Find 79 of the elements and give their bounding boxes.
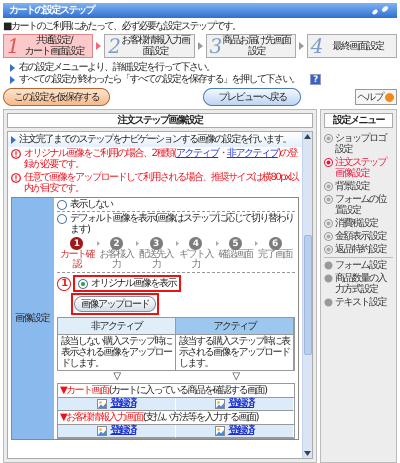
help-icon[interactable]: ? xyxy=(310,74,320,85)
arrow-icon xyxy=(176,241,179,246)
menu-item[interactable]: 背景設定 xyxy=(324,181,393,192)
bullet-icon xyxy=(10,76,15,84)
arrow-icon xyxy=(298,42,304,50)
save-draft-button[interactable]: この設定を仮保存する xyxy=(3,88,110,106)
step-label: カート確認 xyxy=(58,250,96,270)
bullet-icon xyxy=(10,64,15,72)
registered-link[interactable]: 登録済 xyxy=(228,398,254,410)
warning-text: オリジナル画像をご利用の場合、2種類(アクティブ・非アクティブ)の登録が必要です。 xyxy=(24,148,299,170)
arrow-icon xyxy=(136,241,140,246)
menu-item[interactable]: 金額表示設定 xyxy=(324,231,393,242)
scroll-up-icon[interactable] xyxy=(304,134,311,139)
warning-text: 任意で画像をアップロードして利用される場合、推奨サイズは横80px以内が目安です。 xyxy=(24,172,299,194)
menu-item[interactable]: 返品特約設定 xyxy=(324,244,393,255)
step-label: お客様入力 xyxy=(98,250,135,270)
help-icon xyxy=(385,92,394,102)
alert-icon xyxy=(11,149,21,159)
window-title: カートの設定ステップ xyxy=(9,5,94,16)
option-label: オリジナル画像を表示 xyxy=(91,278,176,289)
menu-item[interactable]: 消費税設定 xyxy=(324,218,393,229)
step-number-icon: 3 xyxy=(150,237,163,250)
bullet-icon xyxy=(11,136,16,144)
menu-item[interactable]: ショップロゴ設定 xyxy=(324,133,393,155)
menu-item[interactable]: テキスト設定 xyxy=(324,297,393,308)
step-label: 完了画面 xyxy=(258,250,292,260)
step-label: ギフト入力 xyxy=(178,250,214,270)
alert-icon xyxy=(11,173,21,183)
instruction-text: すべての設定が終わったら「すべての設定を保存する」を押して下さい。 xyxy=(19,74,300,85)
option-label: デフォルト画像を表示(画像はステップに応じて切り替わります) xyxy=(70,213,294,235)
arrow-icon xyxy=(96,241,100,246)
scroll-down-icon[interactable] xyxy=(304,451,311,456)
registered-link[interactable]: 登録済 xyxy=(228,425,254,437)
scrollbar[interactable] xyxy=(302,132,312,458)
step-number-icon: 4 xyxy=(189,237,202,250)
column-description: 該当する購入ステップ時に表示される画像をアップロードします。 xyxy=(176,335,294,371)
arrow-icon xyxy=(255,241,258,246)
bullet-icon xyxy=(324,298,333,307)
arrow-icon xyxy=(216,241,219,246)
radio-icon xyxy=(324,158,333,167)
bullet-icon xyxy=(324,261,333,270)
radio-button[interactable] xyxy=(57,214,67,224)
preview-button[interactable]: プレビューへ戻る xyxy=(203,88,302,106)
column-header: アクティブ xyxy=(176,318,294,335)
step-number-icon: 1 xyxy=(70,237,84,250)
step-number-icon: 2 xyxy=(110,237,123,250)
step-number-icon: 5 xyxy=(228,237,242,250)
down-arrow: ▽ xyxy=(232,371,239,382)
radio-button[interactable] xyxy=(57,200,67,210)
menu-title: 設定メニュー xyxy=(324,113,393,128)
radio-button[interactable] xyxy=(78,279,88,289)
panel-title: 注文ステップ画像設定 xyxy=(7,113,313,128)
instruction-text: 右の設定メニューより、詳細設定を行って下さい。 xyxy=(19,62,214,73)
bullet-icon xyxy=(324,274,333,283)
menu-item[interactable]: フォームの位置設定 xyxy=(324,194,393,216)
menu-item[interactable]: 注文ステップ画像設定 xyxy=(324,157,393,179)
note-link[interactable]: 非アクティブ xyxy=(226,148,278,159)
column-description: 該当しない購入ステップ時に表示される画像をアップロードします。 xyxy=(58,335,176,371)
registered-link[interactable]: 登録済 xyxy=(110,425,136,437)
panel-description: 注文完了までのステップをナビゲーションする画像の設定を行います。 xyxy=(19,134,291,145)
menu-item[interactable]: フォーム設定 xyxy=(324,260,393,271)
step-label: 確認画面 xyxy=(218,250,252,260)
arrow-icon xyxy=(96,42,102,50)
row-label-cell: 画像設定 xyxy=(12,198,54,439)
down-arrow: ▽ xyxy=(113,371,120,382)
registered-link[interactable]: 登録済 xyxy=(110,398,136,410)
step-number-icon: 6 xyxy=(268,237,282,250)
arrow-icon xyxy=(198,42,202,50)
intro-text: ■カートのご利用にあたって、必ず必要な設定ステップです。 xyxy=(2,20,242,34)
option-label: 表示しない xyxy=(70,199,112,210)
setup-step[interactable]: 4 最終画面設定 xyxy=(306,34,397,58)
note-link[interactable]: アクティブ xyxy=(176,148,218,159)
column-header: 非アクティブ xyxy=(58,318,176,335)
menu-item[interactable]: 商品数量の入力方式設定 xyxy=(324,273,393,295)
radio-icon xyxy=(324,134,333,143)
step-label: 配送先入力 xyxy=(138,250,175,270)
upload-button[interactable]: 画像アップロード xyxy=(74,296,156,312)
callout-number: 1 xyxy=(57,276,71,290)
help-button[interactable]: ヘルプ xyxy=(354,89,397,105)
